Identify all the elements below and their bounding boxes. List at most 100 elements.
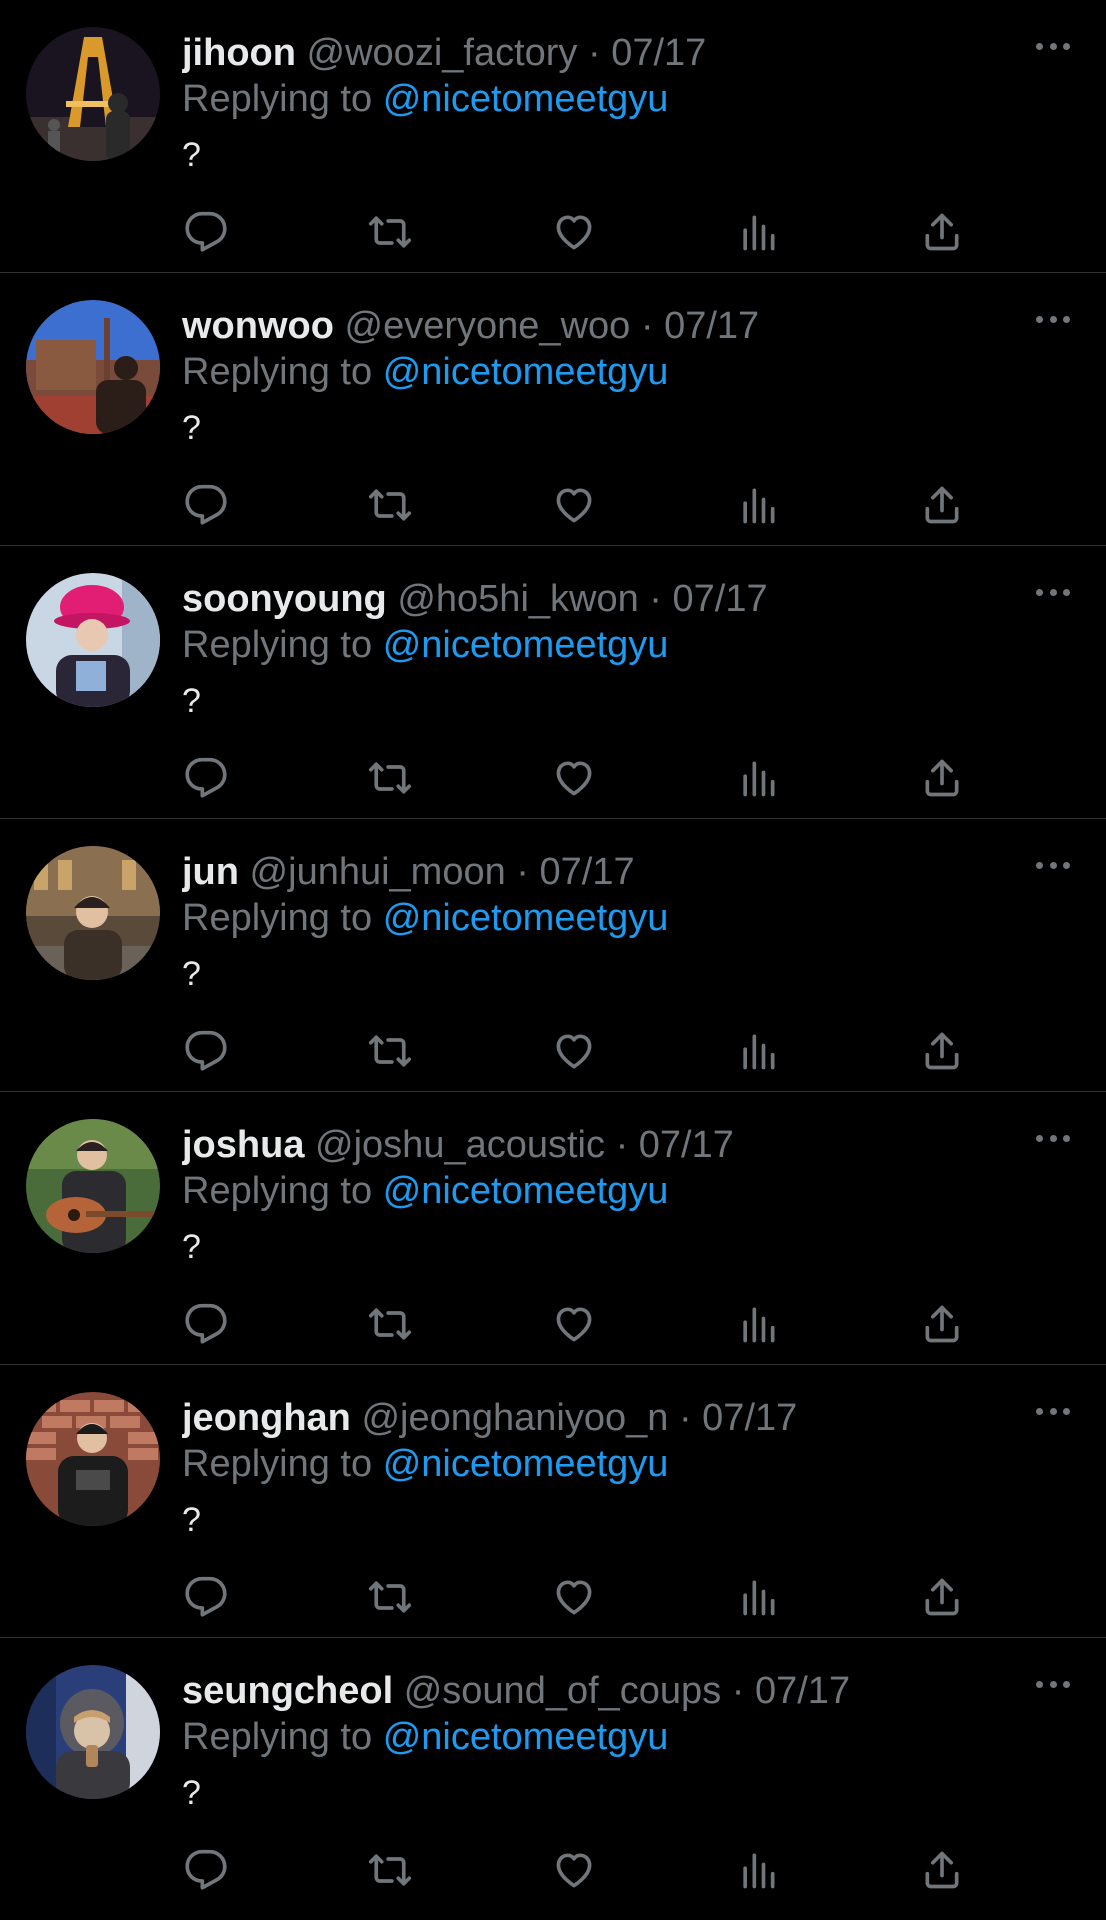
- views-button[interactable]: [734, 1027, 782, 1075]
- tweet-date[interactable]: 07/17: [755, 1670, 850, 1712]
- action-bar: [182, 1573, 972, 1621]
- reply-button[interactable]: [182, 1027, 230, 1075]
- avatar[interactable]: [26, 846, 160, 980]
- tweet[interactable]: wonwoo @everyone_woo · 07/17 Replying to…: [0, 273, 1106, 546]
- tweet[interactable]: jun @junhui_moon · 07/17 Replying to @ni…: [0, 819, 1106, 1092]
- display-name[interactable]: seungcheol: [182, 1670, 393, 1712]
- avatar-image: [26, 846, 160, 980]
- tweet-body: jihoon @woozi_factory · 07/17 Replying t…: [182, 30, 986, 176]
- tweet[interactable]: joshua @joshu_acoustic · 07/17 Replying …: [0, 1092, 1106, 1365]
- retweet-button[interactable]: [366, 754, 414, 802]
- retweet-button[interactable]: [366, 1573, 414, 1621]
- avatar[interactable]: [26, 300, 160, 434]
- share-button[interactable]: [918, 481, 966, 529]
- tweet[interactable]: jihoon @woozi_factory · 07/17 Replying t…: [0, 0, 1106, 273]
- like-button[interactable]: [550, 1300, 598, 1348]
- retweet-icon: [368, 216, 412, 248]
- avatar[interactable]: [26, 27, 160, 161]
- tweet-date[interactable]: 07/17: [639, 1124, 734, 1166]
- like-button[interactable]: [550, 1027, 598, 1075]
- display-name[interactable]: jun: [182, 851, 239, 893]
- tweet-date[interactable]: 07/17: [702, 1397, 797, 1439]
- views-button[interactable]: [734, 1300, 782, 1348]
- retweet-button[interactable]: [366, 1027, 414, 1075]
- mention-link[interactable]: @nicetomeetgyu: [383, 897, 669, 939]
- more-dots-icon[interactable]: [1036, 1405, 1070, 1417]
- like-button[interactable]: [550, 1846, 598, 1894]
- retweet-icon: [368, 1308, 412, 1340]
- reply-button[interactable]: [182, 208, 230, 256]
- tweet-date[interactable]: 07/17: [540, 851, 635, 893]
- like-button[interactable]: [550, 1573, 598, 1621]
- share-button[interactable]: [918, 1027, 966, 1075]
- reply-button[interactable]: [182, 1573, 230, 1621]
- user-handle[interactable]: @sound_of_coups: [404, 1670, 721, 1712]
- like-button[interactable]: [550, 481, 598, 529]
- avatar[interactable]: [26, 1119, 160, 1253]
- tweet-date[interactable]: 07/17: [664, 305, 759, 347]
- more-dots-icon[interactable]: [1036, 586, 1070, 598]
- reply-button[interactable]: [182, 754, 230, 802]
- replying-to-line: Replying to @nicetomeetgyu: [182, 1441, 986, 1487]
- mention-link[interactable]: @nicetomeetgyu: [383, 1716, 669, 1758]
- retweet-button[interactable]: [366, 481, 414, 529]
- user-handle[interactable]: @woozi_factory: [307, 32, 578, 74]
- share-button[interactable]: [918, 1573, 966, 1621]
- views-button[interactable]: [734, 208, 782, 256]
- mention-link[interactable]: @nicetomeetgyu: [383, 624, 669, 666]
- display-name[interactable]: soonyoung: [182, 578, 387, 620]
- avatar[interactable]: [26, 1392, 160, 1526]
- user-handle[interactable]: @jeonghaniyoo_n: [361, 1397, 668, 1439]
- separator: ·: [516, 851, 529, 893]
- like-button[interactable]: [550, 208, 598, 256]
- like-button[interactable]: [550, 754, 598, 802]
- views-button[interactable]: [734, 1846, 782, 1894]
- mention-link[interactable]: @nicetomeetgyu: [383, 351, 669, 393]
- tweet[interactable]: jeonghan @jeonghaniyoo_n · 07/17 Replyin…: [0, 1365, 1106, 1638]
- share-button[interactable]: [918, 1846, 966, 1894]
- reply-button[interactable]: [182, 481, 230, 529]
- reply-button[interactable]: [182, 1300, 230, 1348]
- retweet-button[interactable]: [366, 208, 414, 256]
- share-button[interactable]: [918, 208, 966, 256]
- avatar[interactable]: [26, 573, 160, 707]
- reply-button[interactable]: [182, 1846, 230, 1894]
- views-button[interactable]: [734, 1573, 782, 1621]
- share-icon: [925, 213, 959, 251]
- more-dots-icon[interactable]: [1036, 1678, 1070, 1690]
- avatar[interactable]: [26, 1665, 160, 1799]
- more-dots-icon[interactable]: [1036, 40, 1070, 52]
- heart-icon: [556, 215, 592, 250]
- more-dots-icon[interactable]: [1036, 313, 1070, 325]
- tweet-text: ?: [182, 136, 201, 174]
- user-handle[interactable]: @junhui_moon: [250, 851, 506, 893]
- retweet-button[interactable]: [366, 1300, 414, 1348]
- display-name[interactable]: jeonghan: [182, 1397, 351, 1439]
- mention-link[interactable]: @nicetomeetgyu: [383, 1443, 669, 1485]
- avatar-image: [26, 1665, 160, 1799]
- views-icon: [743, 1580, 775, 1616]
- views-button[interactable]: [734, 754, 782, 802]
- share-button[interactable]: [918, 754, 966, 802]
- user-handle[interactable]: @ho5hi_kwon: [397, 578, 638, 620]
- display-name[interactable]: joshua: [182, 1124, 304, 1166]
- mention-link[interactable]: @nicetomeetgyu: [383, 1170, 669, 1212]
- tweet[interactable]: soonyoung @ho5hi_kwon · 07/17 Replying t…: [0, 546, 1106, 819]
- tweet[interactable]: seungcheol @sound_of_coups · 07/17 Reply…: [0, 1638, 1106, 1911]
- replying-label: Replying to: [182, 78, 373, 120]
- views-button[interactable]: [734, 481, 782, 529]
- replying-to-line: Replying to @nicetomeetgyu: [182, 1168, 986, 1214]
- tweet-date[interactable]: 07/17: [673, 578, 768, 620]
- display-name[interactable]: jihoon: [182, 32, 296, 74]
- tweet-date[interactable]: 07/17: [611, 32, 706, 74]
- more-dots-icon[interactable]: [1036, 1132, 1070, 1144]
- retweet-button[interactable]: [366, 1846, 414, 1894]
- mention-link[interactable]: @nicetomeetgyu: [383, 78, 669, 120]
- display-name[interactable]: wonwoo: [182, 305, 334, 347]
- user-handle[interactable]: @everyone_woo: [345, 305, 631, 347]
- tweet-header: jun @junhui_moon · 07/17: [182, 849, 986, 895]
- share-button[interactable]: [918, 1300, 966, 1348]
- user-handle[interactable]: @joshu_acoustic: [315, 1124, 605, 1166]
- tweet-header: jihoon @woozi_factory · 07/17: [182, 30, 986, 76]
- more-dots-icon[interactable]: [1036, 859, 1070, 871]
